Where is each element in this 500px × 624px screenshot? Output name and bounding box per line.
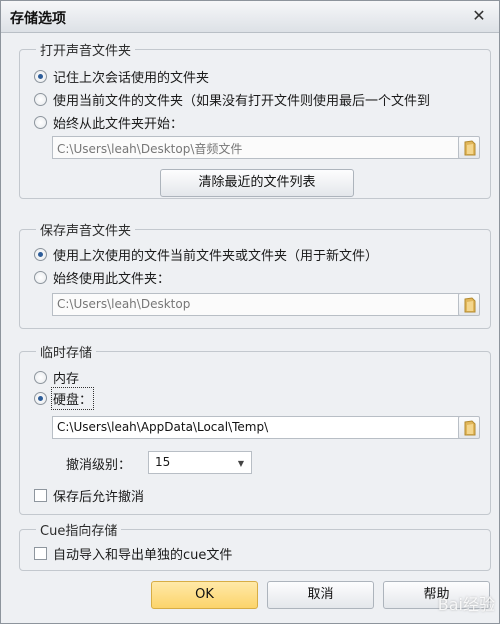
clear-recent-files-button[interactable]: 清除最近的文件列表 [160, 169, 354, 197]
title-bar: 存储选项 ✕ [1, 1, 499, 33]
folder-icon [464, 420, 476, 436]
radio-memory[interactable]: 内存 [34, 368, 79, 387]
radio-button[interactable] [34, 271, 47, 284]
group-title-save: 保存声音文件夹 [36, 220, 136, 239]
folder-icon [464, 297, 476, 313]
radio-label: 始终从此文件夹开始： [53, 117, 184, 132]
browse-open-folder-button[interactable] [458, 136, 480, 159]
checkbox-auto-import-export-cue[interactable]: 自动导入和导出单独的cue文件 [34, 544, 232, 563]
checkbox-allow-undo-after-save[interactable]: 保存后允许撤消 [34, 486, 144, 505]
cancel-button[interactable]: 取消 [267, 581, 374, 609]
checkbox[interactable] [34, 489, 47, 502]
radio-always-start-from[interactable]: 始终从此文件夹开始： [34, 113, 183, 132]
radio-button[interactable] [34, 371, 47, 384]
radio-label: 使用当前文件的文件夹（如果没有打开文件则使用最后一个文件到 [53, 94, 431, 109]
temp-folder-path-input[interactable]: C:\Users\leah\AppData\Local\Temp\ [52, 416, 462, 439]
radio-disk[interactable]: 硬盘： [34, 387, 95, 410]
close-icon[interactable]: ✕ [469, 6, 489, 26]
undo-levels-value: 15 [155, 455, 171, 469]
temp-storage-group: 临时存储 内存 硬盘： C:\Users\leah\AppData\Local\… [19, 342, 491, 515]
browse-save-folder-button[interactable] [458, 293, 480, 316]
radio-label: 记住上次会话使用的文件夹 [53, 71, 210, 86]
radio-button[interactable] [34, 70, 47, 83]
group-title-cue: Cue指向存储 [36, 520, 122, 539]
ok-button[interactable]: OK [151, 581, 258, 609]
radio-label: 使用上次使用的文件当前文件夹或文件夹（用于新文件） [53, 249, 379, 264]
undo-levels-label: 撤消级别： [66, 458, 132, 473]
browse-temp-folder-button[interactable] [458, 416, 480, 439]
radio-button[interactable] [34, 392, 47, 405]
radio-label: 内存 [53, 372, 80, 387]
radio-label: 始终使用此文件夹： [53, 272, 171, 287]
radio-button[interactable] [34, 116, 47, 129]
open-folder-path-input[interactable]: C:\Users\leah\Desktop\音频文件 [52, 136, 462, 159]
cue-storage-group: Cue指向存储 自动导入和导出单独的cue文件 [19, 520, 491, 571]
radio-use-last-used-folder[interactable]: 使用上次使用的文件当前文件夹或文件夹（用于新文件） [34, 245, 378, 264]
checkbox-label: 保存后允许撤消 [53, 490, 145, 505]
radio-button[interactable] [34, 93, 47, 106]
checkbox-label: 自动导入和导出单独的cue文件 [53, 548, 233, 563]
undo-levels-select[interactable]: 15 ▼ [148, 451, 252, 474]
radio-use-current-file-folder[interactable]: 使用当前文件的文件夹（如果没有打开文件则使用最后一个文件到 [34, 90, 490, 109]
open-sound-folder-group: 打开声音文件夹 记住上次会话使用的文件夹 使用当前文件的文件夹（如果没有打开文件… [19, 40, 491, 199]
help-button[interactable]: 帮助 [383, 581, 490, 609]
storage-options-dialog: 存储选项 ✕ 打开声音文件夹 记住上次会话使用的文件夹 使用当前文件的文件夹（如… [0, 0, 500, 624]
group-title-open: 打开声音文件夹 [36, 40, 136, 59]
save-folder-path-input[interactable]: C:\Users\leah\Desktop [52, 293, 462, 316]
folder-icon [464, 140, 476, 156]
radio-button[interactable] [34, 248, 47, 261]
radio-always-use-folder[interactable]: 始终使用此文件夹： [34, 268, 170, 287]
checkbox[interactable] [34, 547, 47, 560]
dialog-title: 存储选项 [10, 11, 66, 27]
radio-label: 硬盘： [50, 387, 95, 410]
group-title-temp: 临时存储 [36, 342, 97, 361]
radio-remember-last-session[interactable]: 记住上次会话使用的文件夹 [34, 67, 209, 86]
save-sound-folder-group: 保存声音文件夹 使用上次使用的文件当前文件夹或文件夹（用于新文件） 始终使用此文… [19, 220, 491, 329]
chevron-down-icon[interactable]: ▼ [238, 459, 244, 468]
